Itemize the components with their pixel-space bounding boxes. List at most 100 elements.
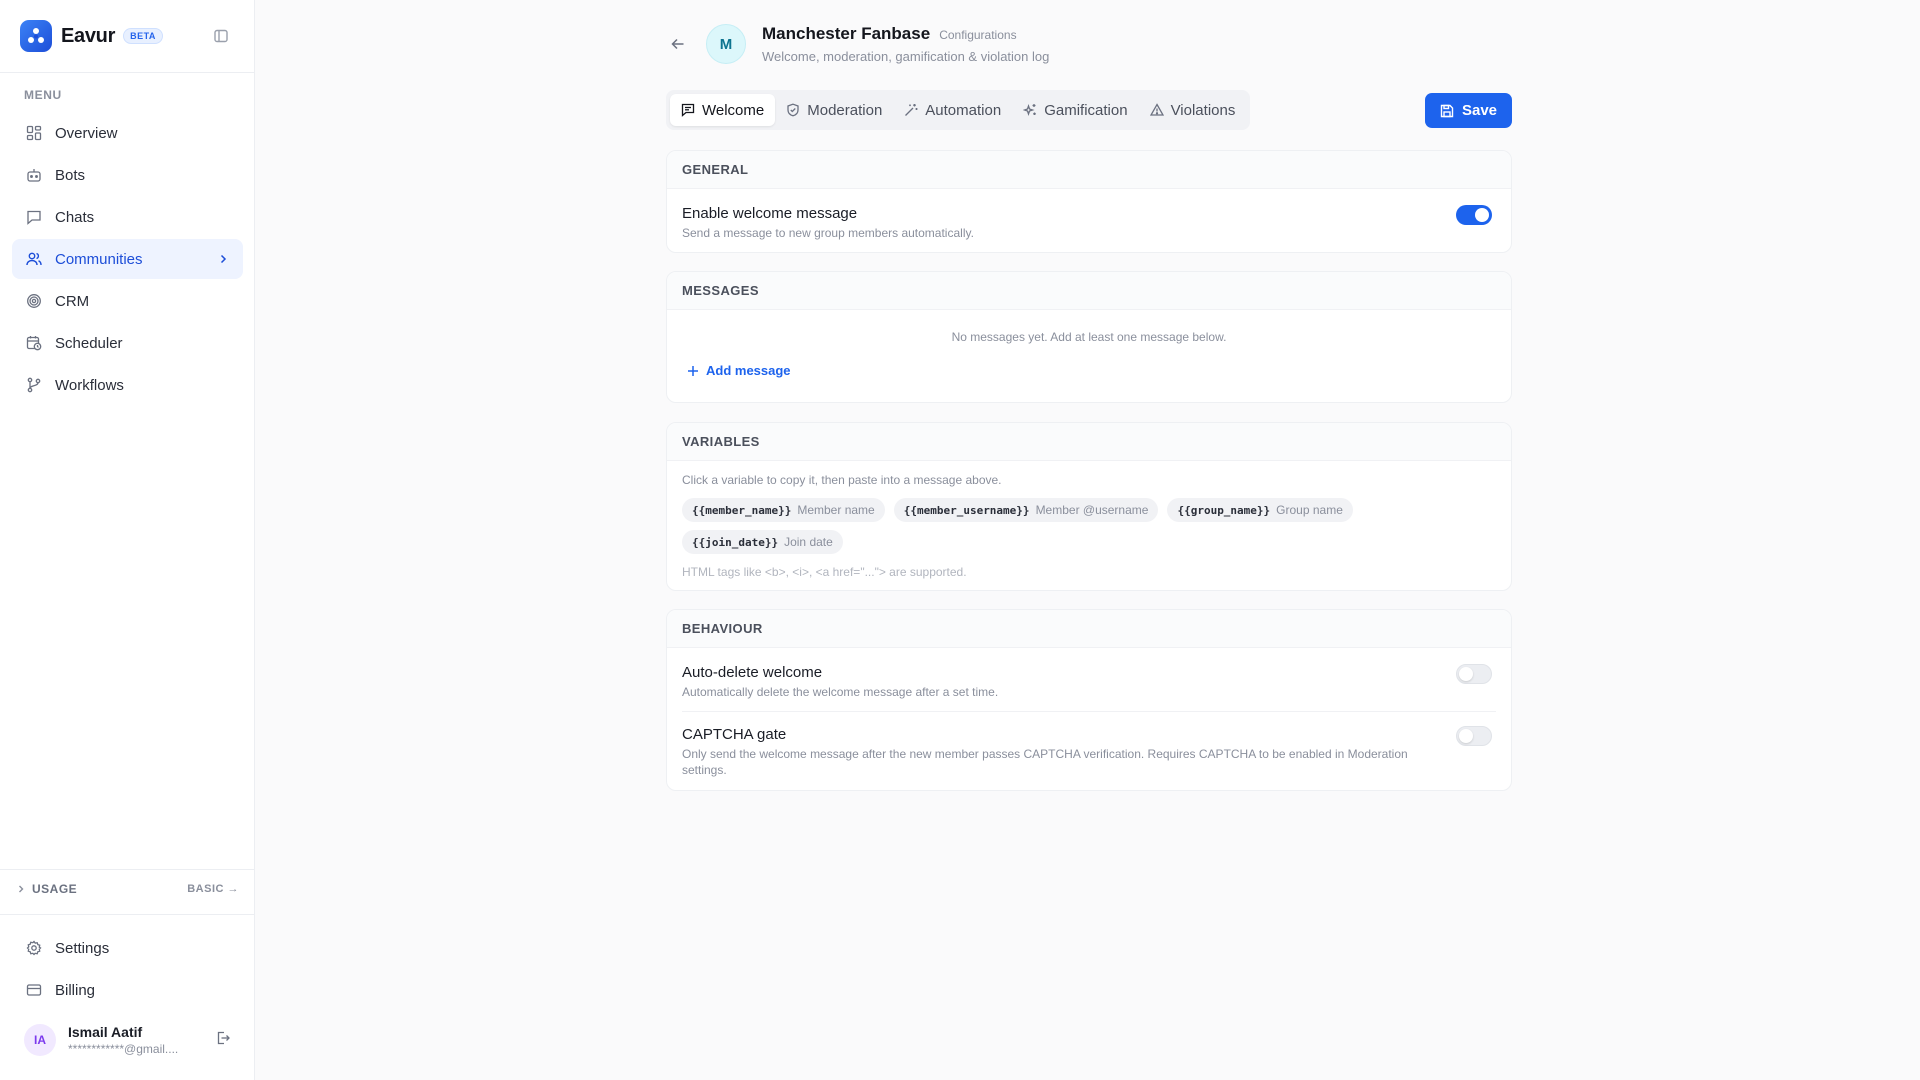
setting-title: Auto-delete welcome	[682, 664, 823, 681]
page-subtitle-badge: Configurations	[939, 28, 1017, 42]
save-label: Save	[1461, 102, 1498, 119]
sidebar-item-crm[interactable]: CRM	[12, 281, 243, 321]
variable-code: {{join_date}}	[692, 535, 779, 549]
sidebar-item-label: Billing	[55, 981, 96, 999]
sidebar-collapse-icon[interactable]	[213, 28, 229, 44]
logo-icon	[20, 20, 52, 52]
tab-label: Gamification	[1044, 101, 1128, 119]
user-profile[interactable]: IA Ismail Aatif ************@gmail....	[24, 1024, 231, 1056]
calendar-clock-icon	[25, 334, 43, 352]
add-message-button[interactable]: Add message	[687, 363, 1511, 378]
tab-violations[interactable]: Violations	[1139, 94, 1247, 126]
tab-gamification[interactable]: Gamification	[1012, 94, 1138, 126]
tab-welcome[interactable]: Welcome	[670, 94, 776, 126]
users-icon	[25, 250, 43, 268]
variable-code: {{member_name}}	[692, 503, 792, 517]
sidebar-item-label: Communities	[55, 250, 143, 268]
tab-label: Welcome	[702, 101, 765, 119]
brand-name: Eavur	[61, 24, 116, 47]
beta-badge: BETA	[123, 28, 163, 44]
grid-icon	[25, 124, 43, 142]
sidebar-item-label: Settings	[55, 939, 110, 957]
variable-code: {{group_name}}	[1177, 503, 1271, 517]
setting-description: Send a message to new group members auto…	[682, 226, 974, 240]
tab-moderation[interactable]: Moderation	[775, 94, 893, 126]
variables-hint: Click a variable to copy it, then paste …	[682, 473, 1002, 487]
enable-welcome-row: Enable welcome message Send a message to…	[667, 189, 1511, 241]
brand[interactable]: Eavur BETA	[20, 20, 163, 52]
section-heading: BEHAVIOUR	[667, 610, 1511, 648]
captcha-toggle[interactable]	[1456, 726, 1492, 746]
variable-chip-member-name[interactable]: {{member_name}} Member name	[682, 498, 885, 522]
menu-label: MENU	[24, 88, 62, 102]
alert-triangle-icon	[1149, 103, 1164, 117]
usage-label: USAGE	[32, 882, 78, 896]
messages-card: MESSAGES No messages yet. Add at least o…	[666, 271, 1512, 403]
plan-link[interactable]: BASIC →	[187, 883, 239, 895]
section-heading: GENERAL	[667, 151, 1511, 189]
tab-label: Moderation	[807, 101, 883, 119]
tab-label: Automation	[925, 101, 1002, 119]
general-card: GENERAL Enable welcome message Send a me…	[666, 150, 1512, 253]
sidebar-item-label: Chats	[55, 208, 95, 226]
sidebar-item-workflows[interactable]: Workflows	[12, 365, 243, 405]
bot-icon	[25, 166, 43, 184]
variable-label: Group name	[1276, 503, 1343, 517]
sidebar-item-settings[interactable]: Settings	[12, 928, 243, 968]
sidebar-item-bots[interactable]: Bots	[12, 155, 243, 195]
gear-icon	[25, 939, 43, 957]
behaviour-card: BEHAVIOUR Auto-delete welcome Automatica…	[666, 609, 1512, 791]
html-support-hint: HTML tags like <b>, <i>, <a href="..."> …	[682, 565, 967, 579]
chevron-right-icon	[16, 884, 26, 894]
plus-icon	[687, 365, 699, 377]
enable-welcome-toggle[interactable]	[1456, 205, 1492, 225]
variable-chip-member-username[interactable]: {{member_username}} Member @username	[893, 498, 1159, 522]
variable-chips: {{member_name}} Member name {{member_use…	[682, 498, 1402, 554]
variable-label: Member @username	[1035, 503, 1149, 517]
section-heading: VARIABLES	[667, 423, 1511, 461]
tab-bar: Welcome Moderation Automation Gamificati…	[666, 90, 1251, 130]
logout-icon[interactable]	[215, 1030, 231, 1051]
page-title: Manchester Fanbase	[762, 24, 931, 43]
empty-messages-text: No messages yet. Add at least one messag…	[951, 330, 1227, 344]
sidebar-item-scheduler[interactable]: Scheduler	[12, 323, 243, 363]
variables-card: VARIABLES Click a variable to copy it, t…	[666, 422, 1512, 591]
sparkles-icon	[1023, 103, 1037, 117]
chat-icon	[25, 208, 43, 226]
sidebar-item-label: Overview	[55, 124, 118, 142]
chevron-right-icon	[217, 252, 229, 269]
sidebar-item-overview[interactable]: Overview	[12, 113, 243, 153]
save-button[interactable]: Save	[1425, 93, 1512, 128]
sidebar-item-label: Scheduler	[55, 334, 123, 352]
divider	[0, 869, 255, 870]
user-email: ************@gmail....	[68, 1042, 179, 1056]
variable-chip-join-date[interactable]: {{join_date}} Join date	[682, 530, 843, 554]
variable-chip-group-name[interactable]: {{group_name}} Group name	[1167, 498, 1353, 522]
variable-label: Member name	[797, 503, 875, 517]
setting-title: CAPTCHA gate	[682, 726, 787, 743]
add-message-label: Add message	[706, 363, 791, 378]
save-icon	[1440, 104, 1454, 118]
sidebar: Eavur BETA MENU Overview Bots Chats Comm…	[0, 0, 255, 1080]
back-arrow-icon[interactable]	[668, 34, 688, 54]
section-heading: MESSAGES	[667, 272, 1511, 310]
sidebar-item-label: Workflows	[55, 376, 124, 394]
sidebar-item-communities[interactable]: Communities	[12, 239, 243, 279]
avatar: IA	[24, 1024, 56, 1056]
tab-label: Violations	[1170, 101, 1236, 119]
setting-title: Enable welcome message	[682, 205, 858, 222]
page-description: Welcome, moderation, gamification & viol…	[762, 49, 1050, 64]
tab-automation[interactable]: Automation	[893, 94, 1012, 126]
sidebar-item-label: Bots	[55, 166, 86, 184]
community-avatar: M	[706, 24, 746, 64]
message-square-icon	[681, 103, 695, 117]
wand-icon	[904, 103, 918, 117]
auto-delete-toggle[interactable]	[1456, 664, 1492, 684]
sidebar-item-billing[interactable]: Billing	[12, 970, 243, 1010]
user-name: Ismail Aatif	[68, 1024, 143, 1040]
captcha-row: CAPTCHA gate Only send the welcome messa…	[667, 712, 1511, 778]
variable-label: Join date	[784, 535, 833, 549]
sidebar-item-chats[interactable]: Chats	[12, 197, 243, 237]
sidebar-item-label: CRM	[55, 292, 90, 310]
usage-toggle[interactable]: USAGE BASIC →	[16, 882, 239, 896]
